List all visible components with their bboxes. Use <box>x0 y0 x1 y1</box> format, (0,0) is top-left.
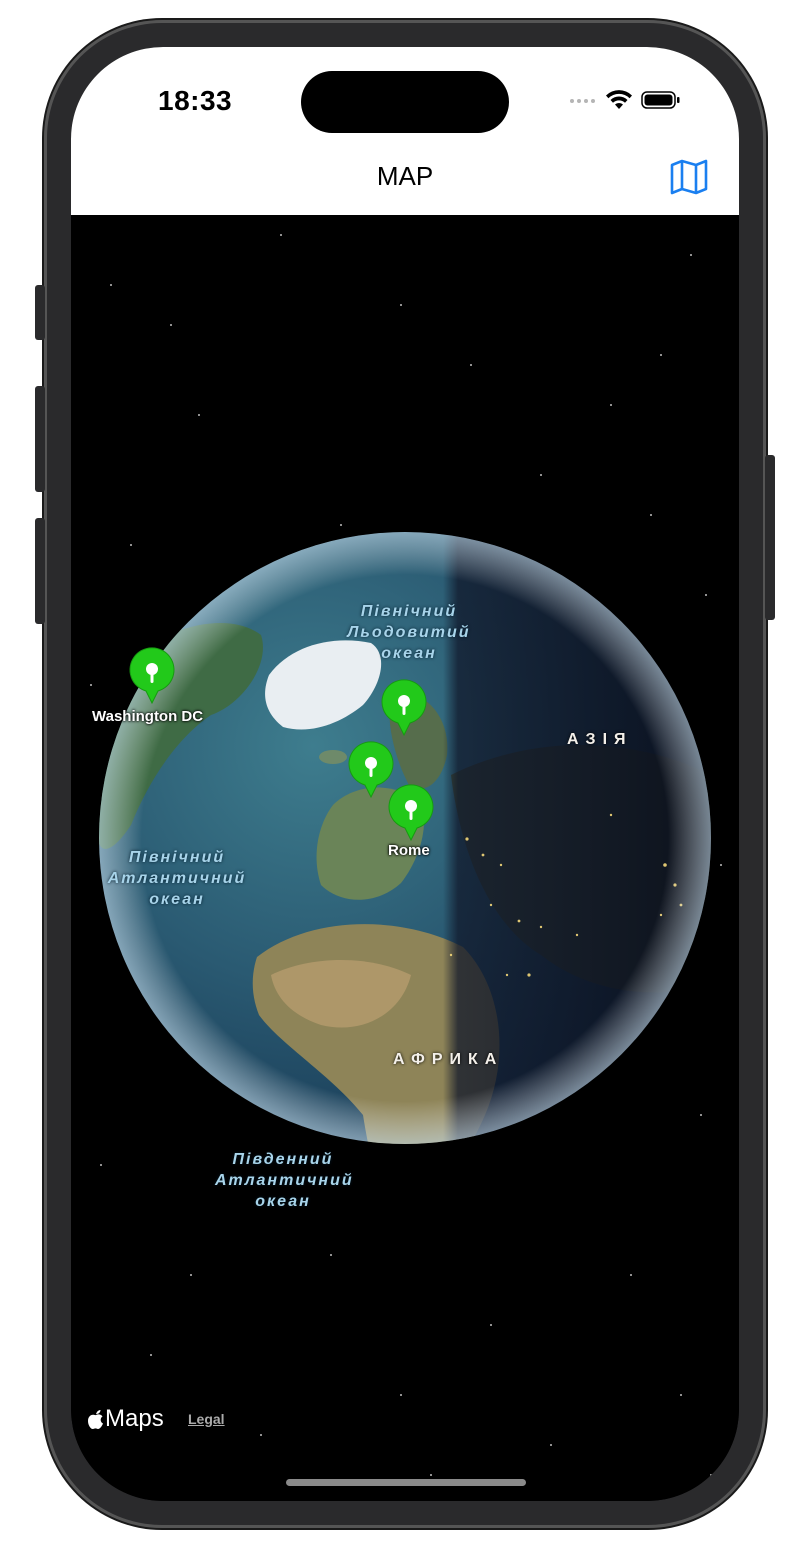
status-time: 18:33 <box>158 85 233 116</box>
north-atlantic-label: Північний Атлантичний океан <box>107 849 247 908</box>
map-view[interactable]: Північний Льодовитий океан Північний Атл… <box>71 215 739 1501</box>
volume-down-button <box>35 518 45 624</box>
pin-rome[interactable] <box>387 784 435 842</box>
power-button <box>765 455 775 620</box>
asia-label: АЗІЯ <box>567 731 633 748</box>
legal-link[interactable]: Legal <box>188 1411 225 1427</box>
cellular-signal-icon <box>570 99 595 103</box>
screen: 18:33 MAP Північний Льодовитий океан Пів… <box>71 47 739 1501</box>
battery-icon <box>641 91 680 109</box>
page-title: MAP <box>376 161 434 191</box>
mute-switch <box>35 285 45 340</box>
pin-marker-icon <box>129 647 175 705</box>
wifi-icon <box>606 90 632 109</box>
pin-washington-dc[interactable] <box>128 647 176 705</box>
africa-label: АФРИКА <box>393 1051 504 1068</box>
pin-label-rome: Rome <box>388 842 430 859</box>
pin-label-washington-dc: Washington DC <box>92 708 204 725</box>
pin-marker-icon <box>381 679 427 737</box>
map-icon[interactable] <box>669 157 709 197</box>
south-atlantic-label: Південний Атлантичний океан <box>215 1151 354 1210</box>
pin-northern-europe[interactable] <box>380 679 428 737</box>
home-indicator[interactable] <box>286 1479 526 1486</box>
maps-label: Maps <box>105 1405 164 1432</box>
volume-up-button <box>35 386 45 492</box>
arctic-ocean-label: Північний Льодовитий океан <box>347 603 471 662</box>
navigation-bar: 18:33 MAP <box>71 47 739 215</box>
pin-marker-icon <box>388 784 434 842</box>
apple-maps-logo[interactable]: Maps <box>87 1405 164 1433</box>
apple-logo-icon <box>88 1410 103 1429</box>
dynamic-island <box>301 71 509 133</box>
status-icons <box>569 89 681 111</box>
